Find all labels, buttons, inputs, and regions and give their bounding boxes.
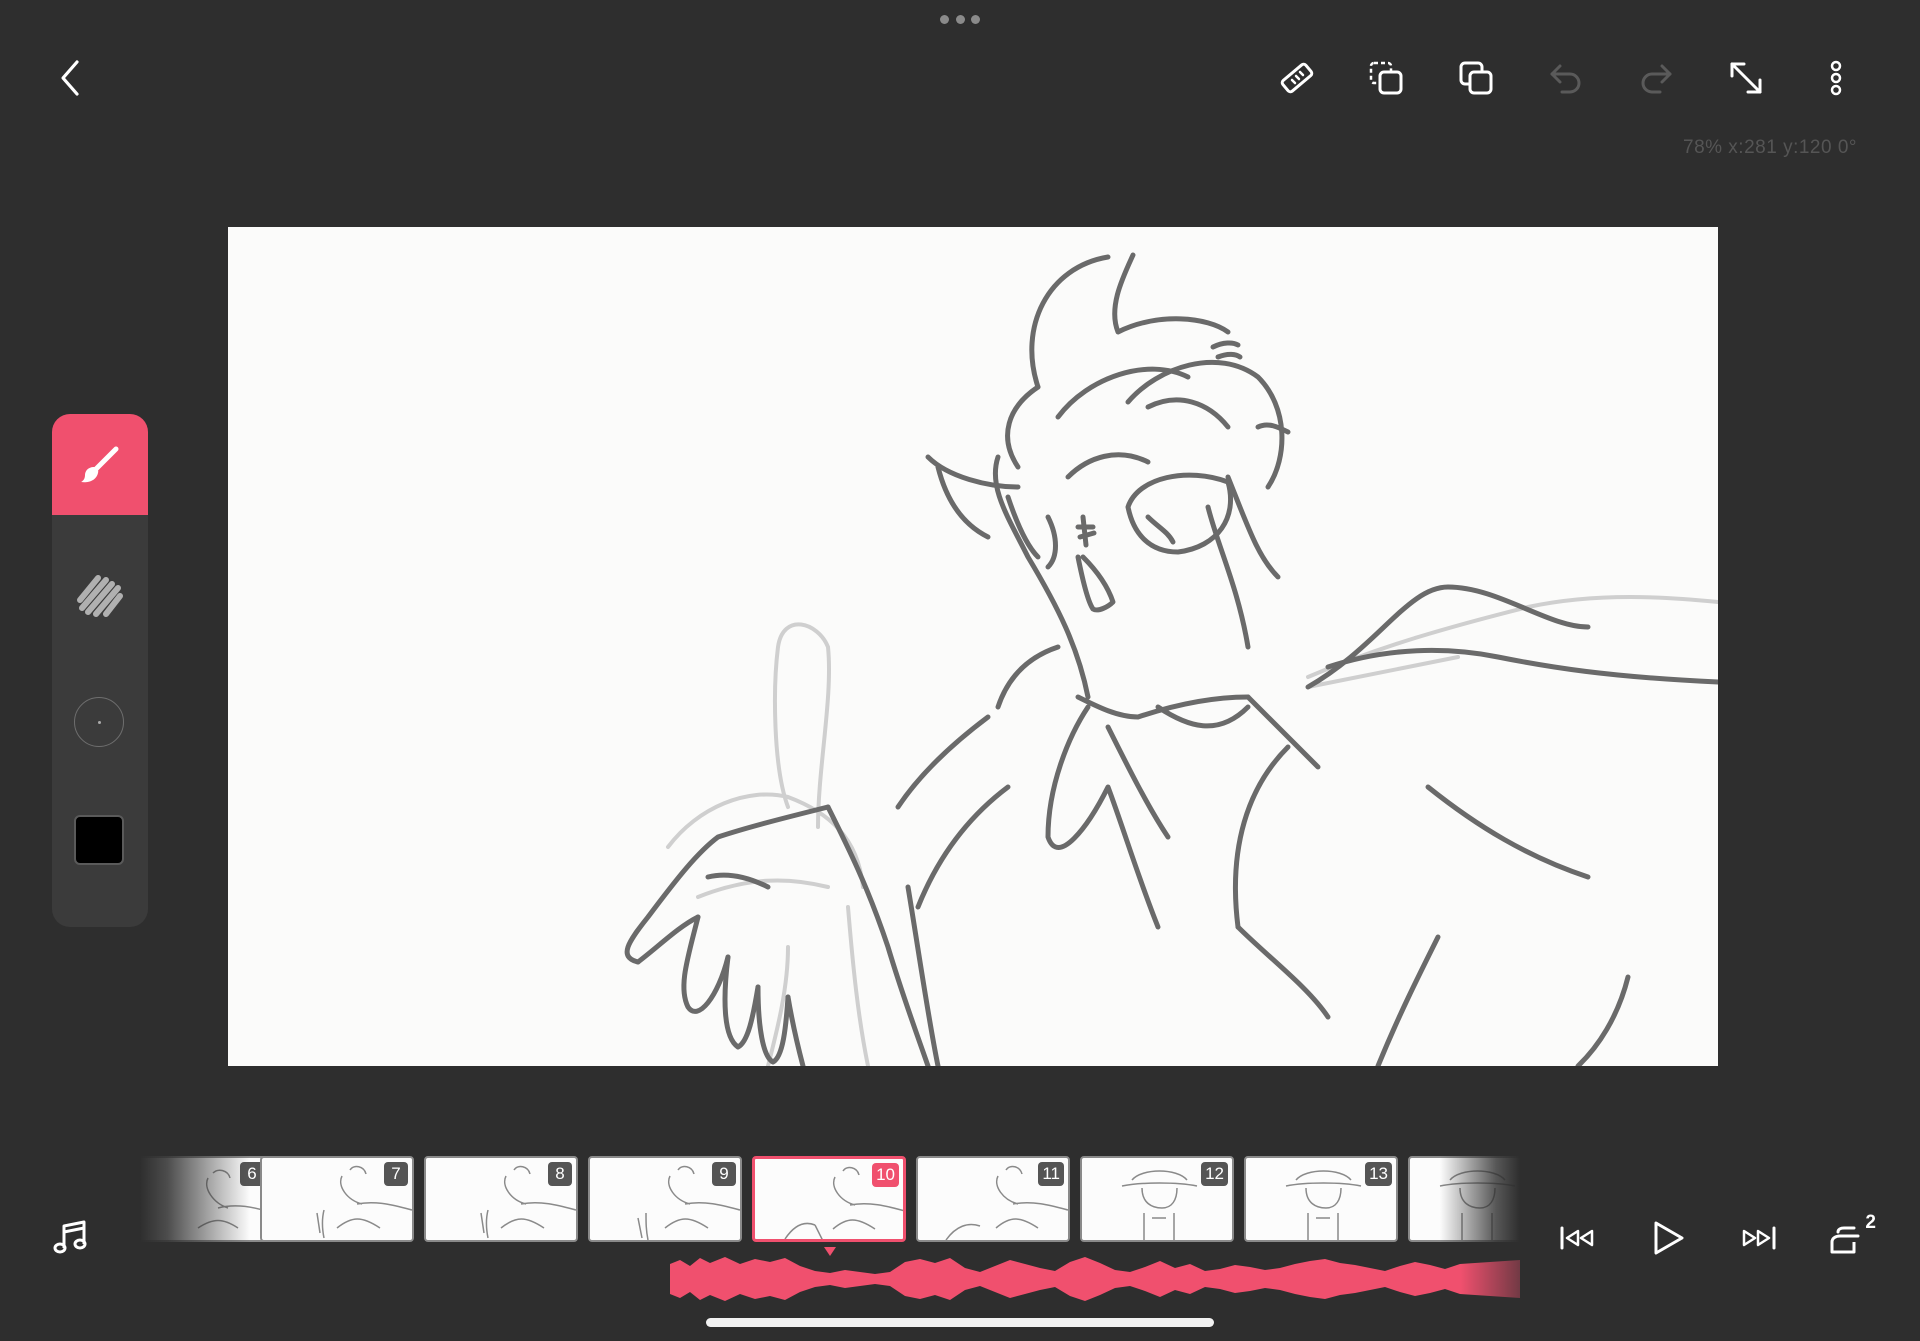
frame-number: 13 [1365,1162,1392,1186]
drawing-canvas[interactable] [228,227,1718,1066]
frame-thumbnail[interactable]: 13 [1244,1156,1398,1242]
expand-icon[interactable] [1716,48,1776,108]
frame-thumbnail[interactable]: 8 [424,1156,578,1242]
music-note-icon[interactable] [40,1208,100,1268]
frame-number: 10 [872,1163,899,1187]
frame-thumbnail-current[interactable]: 10 [752,1156,906,1242]
frame-thumbnail[interactable]: 7 [260,1156,414,1242]
skip-forward-icon[interactable] [1728,1208,1788,1268]
layers-icon [1830,1226,1860,1254]
more-icon[interactable] [1806,48,1866,108]
frame-thumbnail[interactable]: 14 [1408,1156,1520,1242]
redo-icon[interactable] [1626,48,1686,108]
brush-icon [81,446,119,482]
color-swatch[interactable] [74,815,124,865]
frame-thumbnail[interactable]: 11 [916,1156,1070,1242]
audio-waveform[interactable] [670,1254,1520,1304]
duplicate-frame-icon[interactable] [1356,48,1416,108]
back-icon[interactable] [40,48,100,108]
frame-number: 11 [1038,1162,1064,1186]
brush-texture-button[interactable] [52,559,148,629]
ruler-icon[interactable] [1266,48,1326,108]
frame-number: 12 [1201,1162,1228,1186]
frame-thumbnail[interactable]: 6 [140,1156,270,1242]
frame-number: 9 [712,1162,736,1186]
frame-timeline[interactable]: 6 7 8 9 10 11 12 13 [140,1154,1520,1246]
copy-icon[interactable] [1446,48,1506,108]
animation-app: 78% x:281 y:120 0° 6 7 8 9 10 11 12 13 2 [0,0,1920,1341]
undo-icon[interactable] [1536,48,1596,108]
play-icon[interactable] [1638,1208,1698,1268]
frame-thumbnail[interactable]: 9 [588,1156,742,1242]
sketch-drawing [624,252,1718,1066]
zoom-position-readout: 78% x:281 y:120 0° [1683,137,1857,158]
layers-count: 2 [1865,1212,1876,1233]
frame-thumbnail[interactable]: 12 [1080,1156,1234,1242]
texture-icon [77,575,123,617]
layers-button[interactable]: 2 [1818,1208,1878,1268]
brush-tool-button[interactable] [52,414,148,515]
skip-back-icon[interactable] [1548,1208,1608,1268]
frame-number: 7 [384,1162,408,1186]
home-indicator[interactable] [706,1318,1214,1327]
brush-size-indicator[interactable] [74,697,124,747]
multitask-handle[interactable] [940,12,980,26]
tool-panel [52,414,148,927]
frame-number: 8 [548,1162,572,1186]
